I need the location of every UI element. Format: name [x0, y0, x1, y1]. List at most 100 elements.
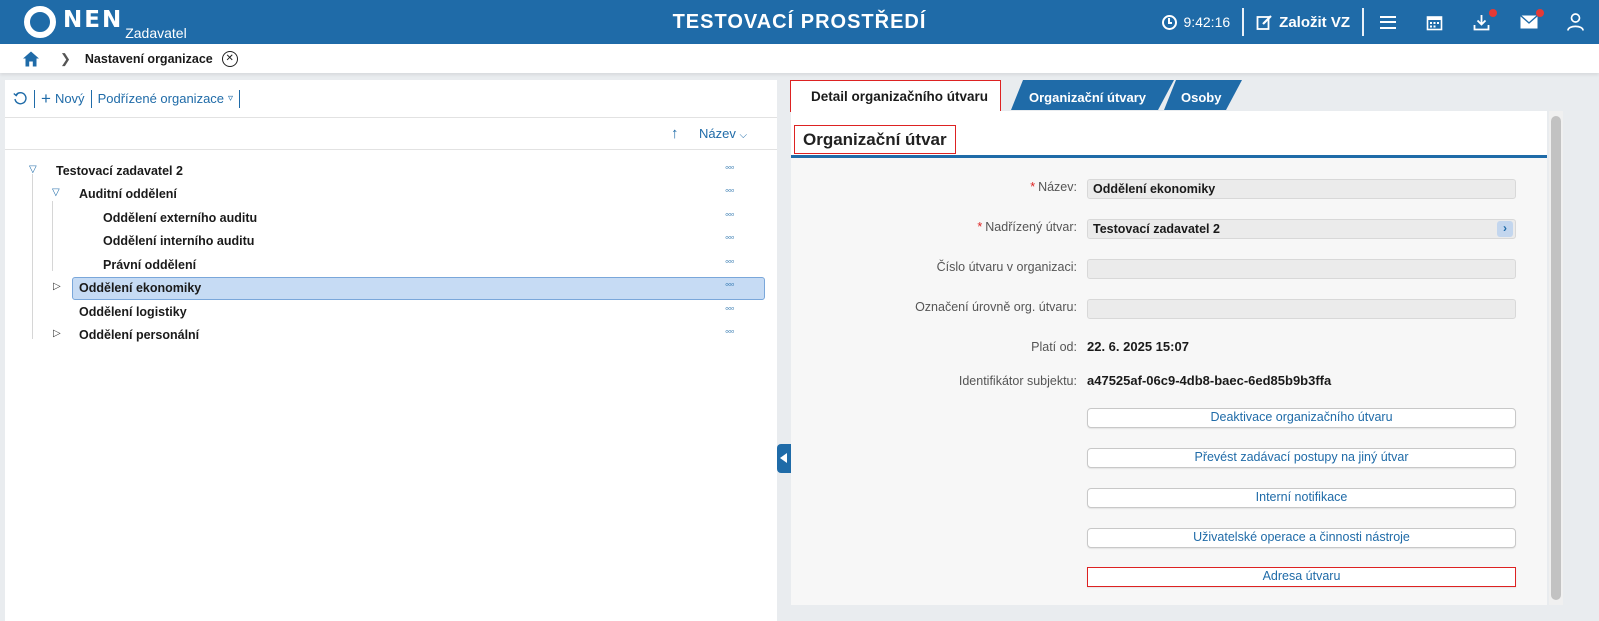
valid-from-value: 22. 6. 2025 15:07	[1087, 339, 1189, 354]
collapsed-triangle-icon[interactable]: ▷	[53, 281, 61, 292]
unit-address-button[interactable]: Adresa útvaru	[1087, 567, 1516, 587]
logo-subtitle: Zadavatel	[125, 25, 187, 41]
org-unit-form: * Název: Oddělení ekonomiky * Nadřízený út…	[791, 158, 1547, 605]
top-bar: NEN Zadavatel TESTOVACÍ PROSTŘEDÍ 9:42:1…	[0, 0, 1599, 44]
tab-persons[interactable]: Osoby	[1164, 80, 1242, 110]
sub-organizations-label: Podřízené organizace	[97, 91, 225, 106]
close-icon[interactable]: ✕	[221, 50, 238, 67]
clock-icon	[1162, 14, 1178, 30]
internal-notifications-button[interactable]: Interní notifikace	[1087, 488, 1516, 508]
more-options-icon[interactable]: ◦◦◦	[725, 232, 735, 244]
divider	[34, 89, 35, 108]
required-marker: *	[977, 220, 983, 234]
scrollbar-thumb[interactable]	[1551, 116, 1561, 600]
calendar-icon	[1426, 15, 1443, 30]
more-options-icon[interactable]: ◦◦◦	[725, 185, 735, 197]
edit-icon	[1256, 14, 1272, 30]
sort-ascending-icon[interactable]: ↑	[671, 125, 679, 142]
transfer-procedures-button[interactable]: Převést zadávací postupy na jiný útvar	[1087, 448, 1516, 468]
name-field[interactable]: Oddělení ekonomiky	[1087, 179, 1516, 199]
section-header: Organizační útvar	[791, 111, 1547, 158]
tab-detail[interactable]: Detail organizačního útvaru	[790, 80, 1001, 112]
nen-logo[interactable]: NEN Zadavatel	[24, 6, 187, 40]
field-label: * Nadřízený útvar:	[977, 220, 1077, 234]
field-label: Označení úrovně org. útvaru:	[915, 300, 1077, 314]
logo-text: NEN	[63, 7, 124, 33]
sort-by-label: Název	[699, 126, 736, 141]
tree-node-selected[interactable]: ▷ Oddělení ekonomiky ◦◦◦	[5, 277, 777, 300]
create-vz-button[interactable]: Založit VZ	[1244, 0, 1362, 44]
notification-dot	[1536, 9, 1544, 17]
parent-unit-value: Testovací zadavatel 2	[1093, 222, 1220, 236]
more-options-icon[interactable]: ◦◦◦	[725, 279, 735, 291]
create-vz-label: Založit VZ	[1279, 13, 1350, 31]
chevron-right-icon: ❯	[60, 50, 71, 66]
tree-node[interactable]: Oddělení interního auditu ◦◦◦	[5, 230, 777, 253]
user-operations-button[interactable]: Uživatelské operace a činnosti nástroje	[1087, 528, 1516, 548]
required-marker: *	[1030, 180, 1036, 194]
breadcrumb: ❯ Nastavení organizace ✕	[0, 44, 1599, 73]
field-label: Platí od:	[1031, 340, 1077, 354]
chevron-down-icon: ⌵	[739, 130, 748, 141]
field-label: * Název:	[1030, 180, 1077, 194]
tree-node-label: Testovací zadavatel 2	[56, 164, 183, 178]
tree-node-label: Auditní oddělení	[79, 187, 177, 201]
tab-org-units[interactable]: Organizační útvary	[1011, 80, 1174, 110]
hamburger-icon	[1379, 15, 1396, 29]
more-options-icon[interactable]: ◦◦◦	[725, 162, 735, 174]
home-icon[interactable]	[22, 50, 40, 68]
tree-node[interactable]: Oddělení logistiky ◦◦◦	[5, 301, 777, 324]
tree-node-label: Právní oddělení	[103, 258, 197, 272]
tree-node-label: Oddělení interního auditu	[103, 234, 255, 248]
tree-sort-header: ↑ Název ⌵	[5, 118, 777, 150]
tree-toolbar: + Nový Podřízené organizace ▿	[5, 80, 777, 118]
more-options-icon[interactable]: ◦◦◦	[725, 326, 735, 338]
unit-level-field[interactable]	[1087, 299, 1516, 319]
org-tree-panel: + Nový Podřízené organizace ▿ ↑ Název ⌵ …	[5, 80, 777, 621]
notification-dot	[1489, 9, 1497, 17]
field-label: Identifikátor subjektu:	[958, 374, 1077, 388]
user-button[interactable]	[1552, 0, 1599, 44]
deactivate-button[interactable]: Deaktivace organizačního útvaru	[1087, 408, 1516, 428]
menu-button[interactable]	[1364, 0, 1411, 44]
expanded-triangle-icon[interactable]: ▽	[52, 187, 60, 198]
subject-id-value: a47525af-06c9-4db8-baec-6ed85b9b3ffa	[1087, 373, 1332, 388]
breadcrumb-current: Nastavení organizace	[84, 51, 213, 66]
sort-by-name-dropdown[interactable]: Název ⌵	[699, 126, 747, 141]
tree-node-label: Oddělení personální	[79, 328, 200, 342]
calendar-button[interactable]	[1411, 0, 1458, 44]
plus-icon: +	[41, 88, 51, 108]
messages-button[interactable]	[1505, 0, 1552, 44]
tree-node[interactable]: ▷ Oddělení personální ◦◦◦	[5, 324, 777, 347]
tree-node[interactable]: ▽ Auditní oddělení ◦◦◦	[5, 183, 777, 206]
collapse-panel-handle[interactable]	[777, 444, 791, 473]
clock-time: 9:42:16	[1183, 14, 1231, 30]
logo-ring-icon	[24, 6, 56, 38]
tree-node[interactable]: ▽ Testovací zadavatel 2 ◦◦◦	[5, 160, 777, 183]
session-clock: 9:42:16	[1162, 14, 1230, 30]
tree-node[interactable]: Právní oddělení ◦◦◦	[5, 254, 777, 277]
user-icon	[1567, 13, 1584, 31]
sub-organizations-dropdown[interactable]: Podřízené organizace ▿	[98, 91, 234, 106]
chevron-right-icon[interactable]: ›	[1497, 221, 1513, 237]
unit-number-field[interactable]	[1087, 259, 1516, 279]
new-label: Nový	[54, 91, 85, 106]
more-options-icon[interactable]: ◦◦◦	[725, 303, 735, 315]
vertical-scrollbar[interactable]	[1549, 111, 1563, 605]
more-options-icon[interactable]: ◦◦◦	[725, 209, 735, 221]
tree-node[interactable]: Oddělení externího auditu ◦◦◦	[5, 207, 777, 230]
refresh-button[interactable]	[13, 91, 28, 106]
collapsed-triangle-icon[interactable]: ▷	[53, 328, 61, 339]
more-options-icon[interactable]: ◦◦◦	[725, 256, 735, 268]
download-icon	[1473, 14, 1490, 30]
divider	[239, 89, 241, 108]
downloads-button[interactable]	[1458, 0, 1505, 44]
tree-node-label: Oddělení ekonomiky	[79, 281, 202, 295]
parent-unit-field[interactable]: Testovací zadavatel 2 ›	[1087, 219, 1516, 239]
tree-node-label: Oddělení externího auditu	[103, 211, 258, 225]
mail-icon	[1519, 15, 1538, 29]
new-button[interactable]: + Nový	[41, 88, 85, 108]
section-title: Organizační útvar	[794, 125, 956, 154]
detail-panel: Organizační útvar * Název: Oddělení ekono…	[791, 111, 1547, 605]
expanded-triangle-icon[interactable]: ▽	[29, 164, 37, 175]
